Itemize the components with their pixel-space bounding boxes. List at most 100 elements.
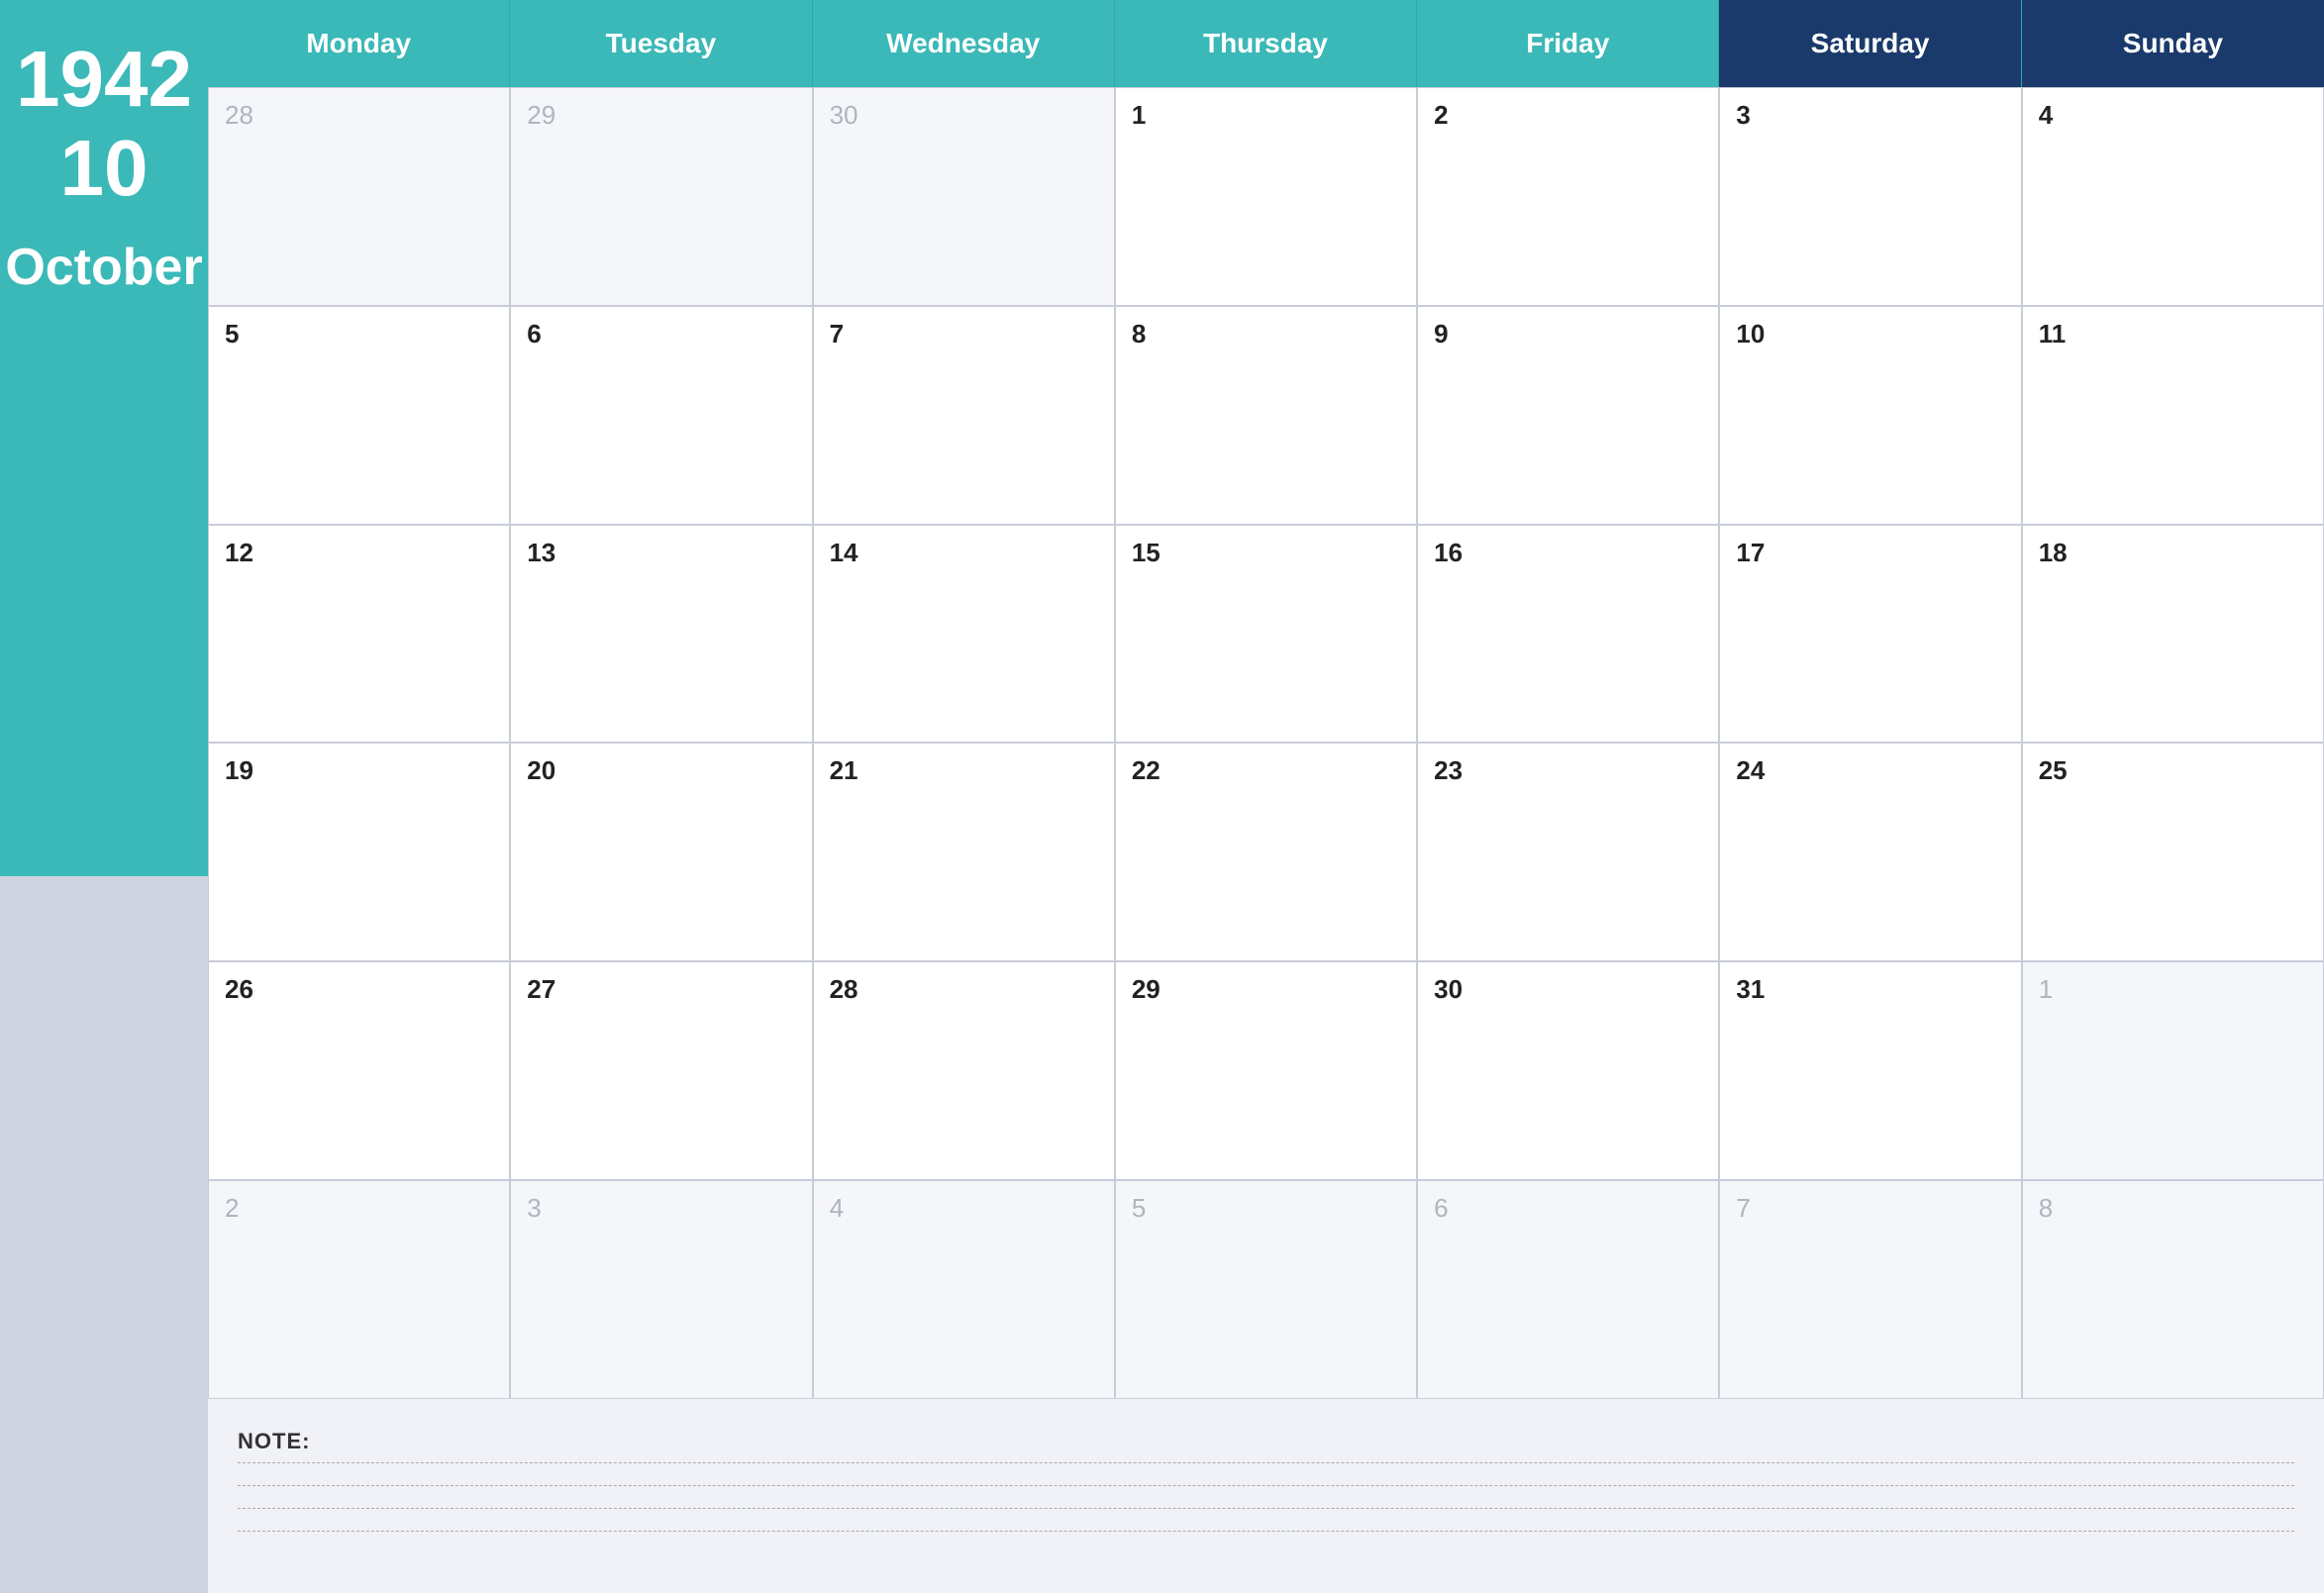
day-number: 30 [830,100,859,130]
day-cell: 2 [208,1180,510,1399]
header-sunday: Sunday [2022,0,2324,87]
week-row: 12 13 14 15 16 17 18 [208,525,2324,744]
day-number: 13 [527,538,556,567]
day-cell: 28 [208,87,510,306]
day-cell: 5 [1115,1180,1417,1399]
day-number: 1 [1132,100,1146,130]
day-number: 17 [1736,538,1765,567]
day-cell: 6 [510,306,812,525]
week-row: 19 20 21 22 23 24 25 [208,743,2324,961]
day-number: 28 [225,100,253,130]
day-number: 31 [1736,974,1765,1004]
day-cell: 29 [510,87,812,306]
day-cell: 7 [1719,1180,2021,1399]
day-number: 26 [225,974,253,1004]
day-number: 8 [2039,1193,2053,1223]
day-number: 21 [830,755,859,785]
day-number: 3 [527,1193,541,1223]
sidebar-year: 1942 [16,40,192,119]
calendar-container: 1942 10 October Monday Tuesday Wednesday… [0,0,2324,1593]
day-cell: 18 [2022,525,2324,744]
header-tuesday: Tuesday [510,0,812,87]
sidebar: 1942 10 October [0,0,208,1593]
day-cell: 31 [1719,961,2021,1180]
day-number: 14 [830,538,859,567]
day-cell: 5 [208,306,510,525]
day-cell: 14 [813,525,1115,744]
day-cell: 9 [1417,306,1719,525]
day-number: 2 [225,1193,239,1223]
day-cell: 28 [813,961,1115,1180]
sidebar-month-number: 10 [60,129,149,208]
day-cell: 19 [208,743,510,961]
day-cell: 3 [510,1180,812,1399]
day-number: 20 [527,755,556,785]
day-number: 16 [1434,538,1463,567]
day-number: 30 [1434,974,1463,1004]
day-number: 7 [1736,1193,1750,1223]
day-cell: 3 [1719,87,2021,306]
day-cell: 4 [2022,87,2324,306]
day-cell: 16 [1417,525,1719,744]
day-number: 22 [1132,755,1161,785]
day-number: 6 [527,319,541,348]
day-number: 11 [2039,319,2067,348]
sidebar-month-name: October [5,238,202,297]
calendar-header: Monday Tuesday Wednesday Thursday Friday… [208,0,2324,87]
day-number: 1 [2039,974,2053,1004]
day-number: 29 [527,100,556,130]
day-cell: 24 [1719,743,2021,961]
day-number: 3 [1736,100,1750,130]
day-cell: 13 [510,525,812,744]
day-cell: 26 [208,961,510,1180]
day-number: 9 [1434,319,1448,348]
week-row: 5 6 7 8 9 10 11 [208,306,2324,525]
header-monday: Monday [208,0,510,87]
day-cell: 7 [813,306,1115,525]
week-row: 2 3 4 5 6 7 8 [208,1180,2324,1399]
day-cell: 1 [1115,87,1417,306]
day-number: 12 [225,538,253,567]
day-cell: 8 [2022,1180,2324,1399]
weeks-container: 28 29 30 1 2 3 4 5 6 7 8 9 10 11 [208,87,2324,1399]
day-number: 5 [1132,1193,1146,1223]
note-label: NOTE: [238,1429,2294,1454]
day-cell: 12 [208,525,510,744]
day-cell: 6 [1417,1180,1719,1399]
day-number: 27 [527,974,556,1004]
week-row: 28 29 30 1 2 3 4 [208,87,2324,306]
day-cell: 20 [510,743,812,961]
header-wednesday: Wednesday [813,0,1115,87]
main-content: Monday Tuesday Wednesday Thursday Friday… [208,0,2324,1593]
day-cell: 10 [1719,306,2021,525]
day-number: 25 [2039,755,2068,785]
day-number: 18 [2039,538,2068,567]
calendar-grid: Monday Tuesday Wednesday Thursday Friday… [208,0,2324,1399]
week-row: 26 27 28 29 30 31 1 [208,961,2324,1180]
day-cell: 25 [2022,743,2324,961]
day-number: 24 [1736,755,1765,785]
day-cell: 11 [2022,306,2324,525]
day-cell: 23 [1417,743,1719,961]
day-cell: 27 [510,961,812,1180]
day-cell: 30 [813,87,1115,306]
day-number: 28 [830,974,859,1004]
note-line-1 [238,1462,2294,1463]
day-cell: 15 [1115,525,1417,744]
day-number: 15 [1132,538,1161,567]
day-cell: 30 [1417,961,1719,1180]
header-thursday: Thursday [1115,0,1417,87]
day-cell: 29 [1115,961,1417,1180]
day-number: 4 [2039,100,2053,130]
day-number: 8 [1132,319,1146,348]
note-line-3 [238,1508,2294,1509]
day-number: 5 [225,319,239,348]
day-number: 4 [830,1193,844,1223]
day-cell: 21 [813,743,1115,961]
note-line-2 [238,1485,2294,1486]
day-number: 23 [1434,755,1463,785]
day-cell: 22 [1115,743,1417,961]
day-number: 10 [1736,319,1765,348]
header-saturday: Saturday [1719,0,2021,87]
day-number: 6 [1434,1193,1448,1223]
